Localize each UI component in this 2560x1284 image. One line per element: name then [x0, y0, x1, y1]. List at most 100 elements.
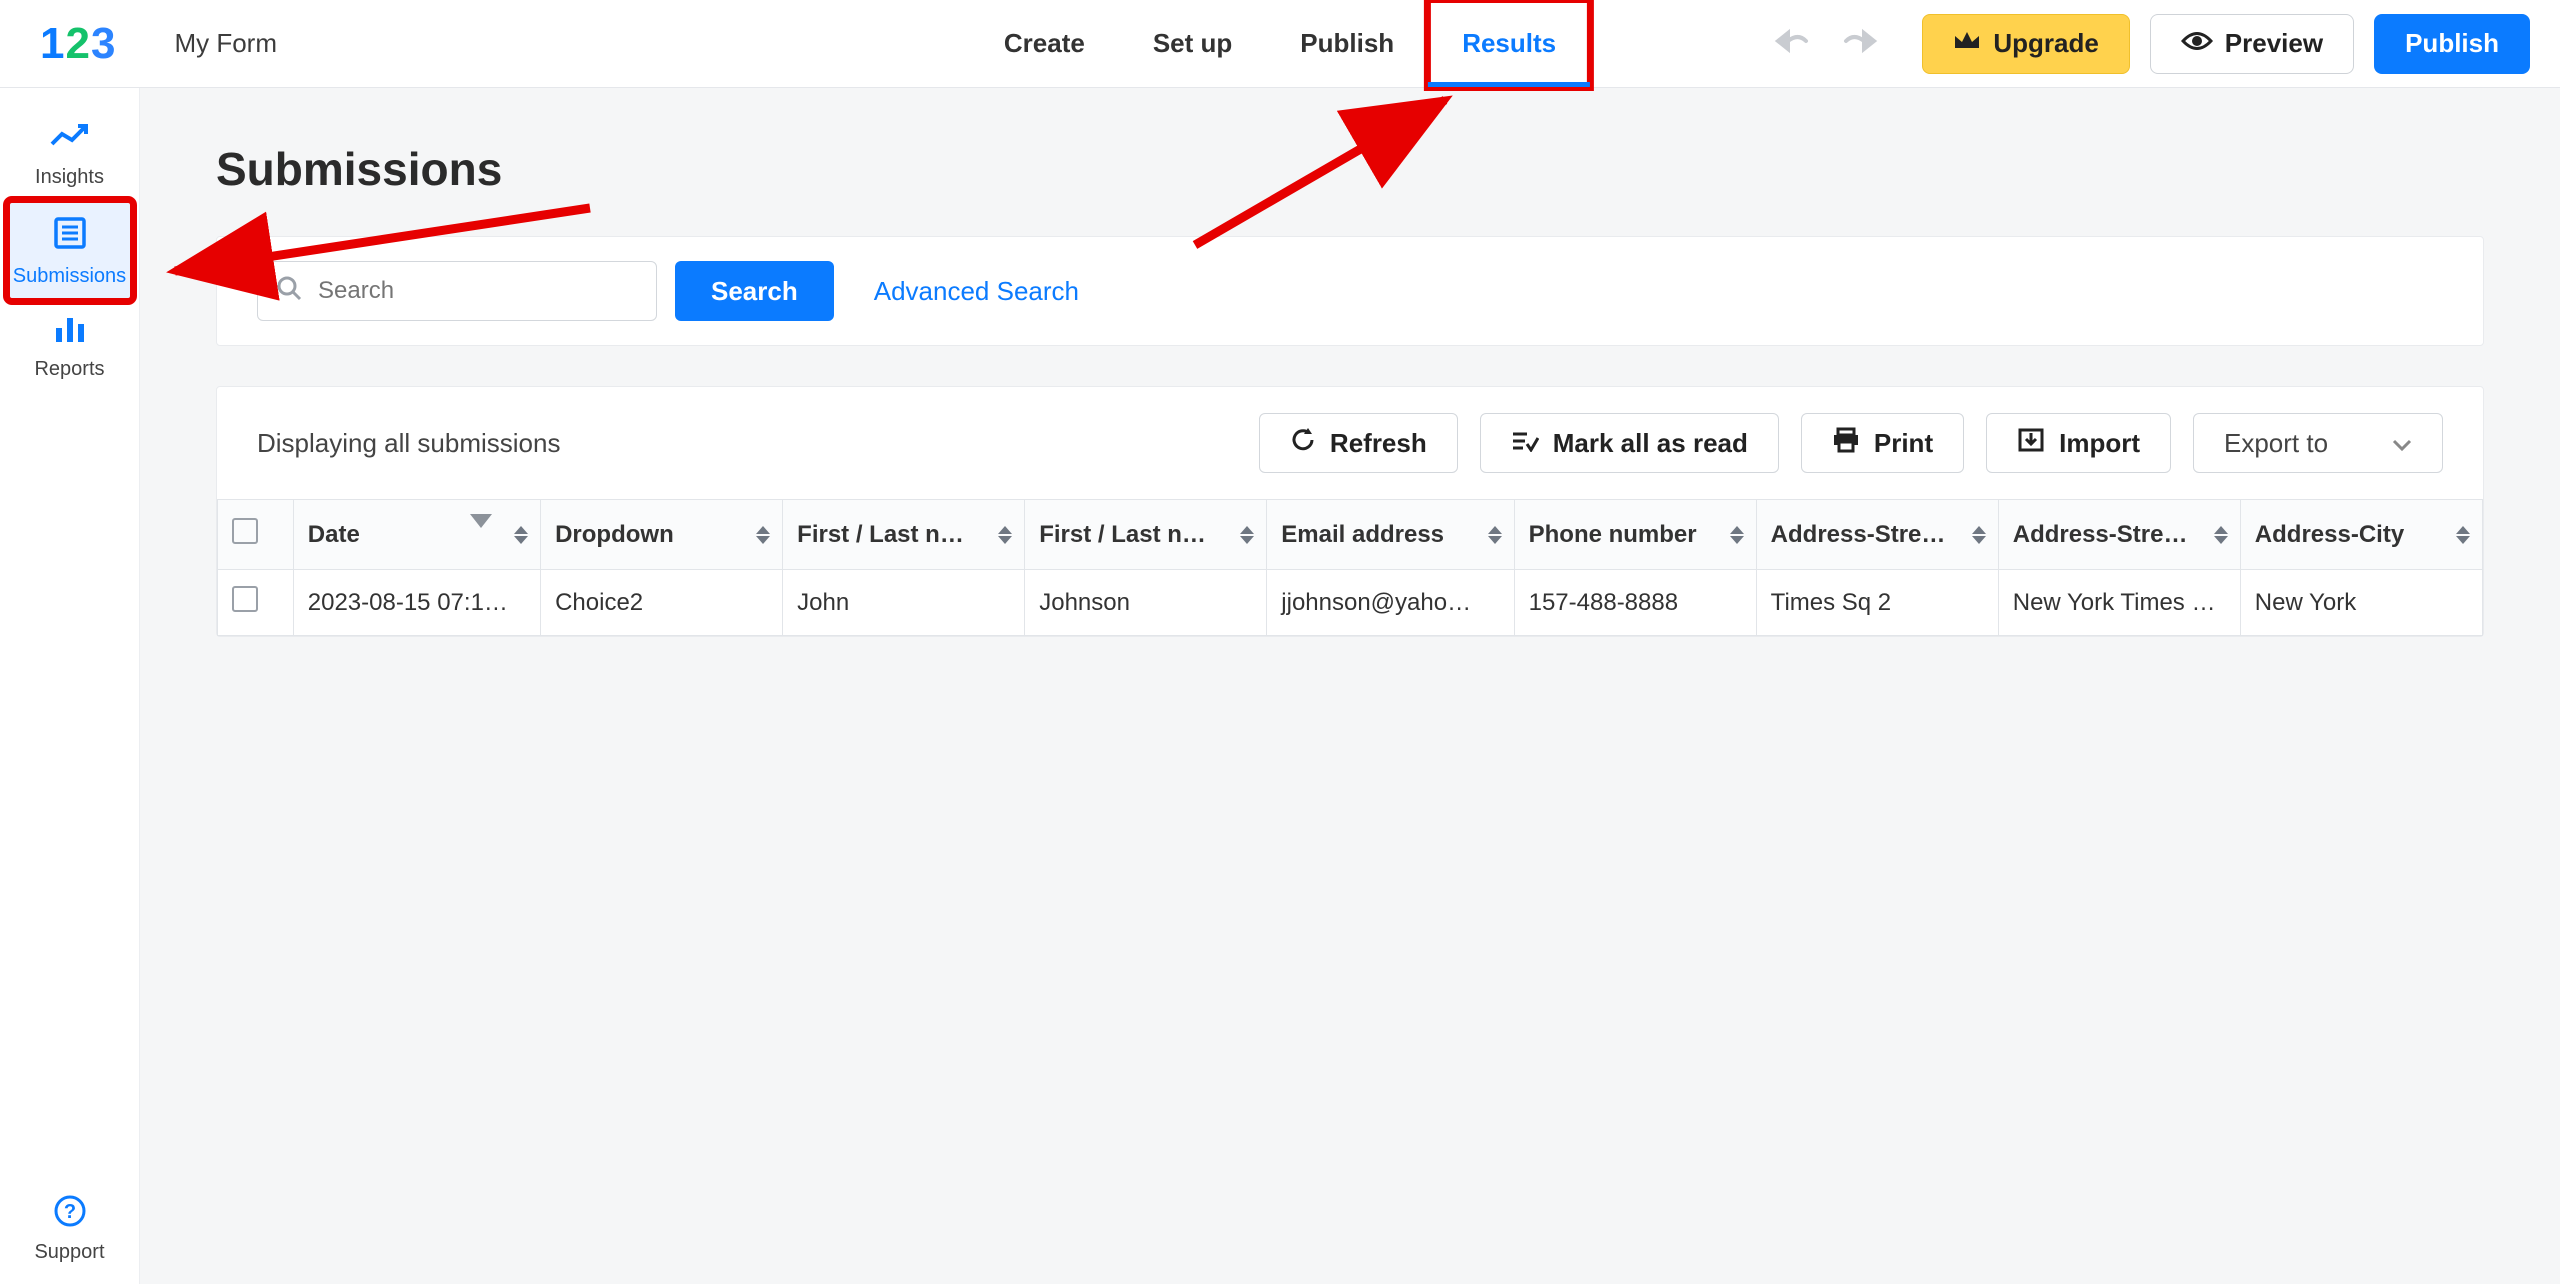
button-label: Preview [2225, 28, 2323, 59]
tab-label: Create [1004, 28, 1085, 59]
cell-address-1: Times Sq 2 [1756, 570, 1998, 636]
top-bar: 123 My Form Create Set up Publish Result… [0, 0, 2560, 88]
chevron-down-icon [2392, 428, 2412, 459]
button-label: Import [2059, 428, 2140, 459]
cell-address-2: New York Times … [1998, 570, 2240, 636]
upgrade-button[interactable]: Upgrade [1922, 14, 2129, 74]
import-icon [2017, 427, 2045, 460]
row-checkbox-cell[interactable] [218, 570, 294, 636]
button-label: Export to [2224, 428, 2328, 459]
nav-tabs: Create Set up Publish Results [970, 0, 1590, 87]
tab-results[interactable]: Results [1428, 0, 1590, 87]
button-label: Mark all as read [1553, 428, 1748, 459]
column-label: Dropdown [555, 521, 674, 548]
sort-icon [514, 526, 528, 544]
sidebar: Insights Submissions Reports ? Support [0, 88, 140, 1284]
sort-icon [756, 526, 770, 544]
logo[interactable]: 123 [40, 19, 114, 69]
checkbox-icon [232, 586, 258, 612]
submissions-icon [52, 215, 88, 251]
cell-first-1: John [783, 570, 1025, 636]
column-header-address-street-2[interactable]: Address-Stre… [1998, 500, 2240, 570]
sidebar-item-label: Reports [8, 358, 132, 381]
displaying-text: Displaying all submissions [257, 428, 560, 459]
sidebar-item-submissions[interactable]: Submissions [8, 201, 132, 300]
import-button[interactable]: Import [1986, 413, 2171, 473]
main-content: Submissions Search Advanced Search Displ… [140, 88, 2560, 1284]
sort-icon [998, 526, 1012, 544]
sort-icon [2214, 526, 2228, 544]
undo-icon[interactable] [1774, 27, 1810, 61]
export-dropdown[interactable]: Export to [2193, 413, 2443, 473]
link-label: Advanced Search [874, 276, 1079, 306]
refresh-icon [1290, 427, 1316, 460]
search-input-wrapper[interactable] [257, 261, 657, 321]
sort-icon [1972, 526, 1986, 544]
sort-desc-icon [470, 514, 492, 528]
tab-publish[interactable]: Publish [1266, 0, 1428, 87]
column-label: Address-City [2255, 521, 2404, 548]
help-icon: ? [52, 1193, 88, 1229]
checkbox-icon [232, 518, 258, 544]
table-header-row: Date Dropdown First / Last n… First / La… [218, 500, 2483, 570]
table-toolbar: Displaying all submissions Refresh Mark … [217, 387, 2483, 499]
search-panel: Search Advanced Search [216, 236, 2484, 346]
search-icon [276, 275, 302, 308]
button-label: Search [711, 276, 798, 306]
tab-label: Publish [1300, 28, 1394, 59]
table-row[interactable]: 2023-08-15 07:1… Choice2 John Johnson jj… [218, 570, 2483, 636]
column-header-dropdown[interactable]: Dropdown [541, 500, 783, 570]
sidebar-item-insights[interactable]: Insights [8, 108, 132, 201]
column-label: Address-Stre… [1771, 521, 1946, 548]
sidebar-item-support[interactable]: ? Support [8, 1193, 132, 1264]
refresh-button[interactable]: Refresh [1259, 413, 1458, 473]
column-header-email[interactable]: Email address [1267, 500, 1514, 570]
button-label: Publish [2405, 28, 2499, 59]
column-header-address-city[interactable]: Address-City [2240, 500, 2482, 570]
column-label: First / Last n… [1039, 521, 1206, 548]
cell-city: New York [2240, 570, 2482, 636]
preview-button[interactable]: Preview [2150, 14, 2354, 74]
tab-setup[interactable]: Set up [1119, 0, 1266, 87]
column-header-first-name-1[interactable]: First / Last n… [783, 500, 1025, 570]
column-header-date[interactable]: Date [293, 500, 540, 570]
column-header-checkbox[interactable] [218, 500, 294, 570]
column-header-phone[interactable]: Phone number [1514, 500, 1756, 570]
redo-icon[interactable] [1842, 27, 1878, 61]
button-label: Upgrade [1993, 28, 2098, 59]
sort-icon [2456, 526, 2470, 544]
tab-label: Results [1462, 28, 1556, 59]
search-input[interactable] [316, 276, 638, 306]
body: Insights Submissions Reports ? Support S… [0, 88, 2560, 1284]
search-button[interactable]: Search [675, 261, 834, 321]
cell-email: jjohnson@yaho… [1267, 570, 1514, 636]
svg-text:?: ? [63, 1201, 75, 1223]
table-panel: Displaying all submissions Refresh Mark … [216, 386, 2484, 637]
top-right-controls: Upgrade Preview Publish [1774, 14, 2530, 74]
sort-icon [1240, 526, 1254, 544]
column-label: Phone number [1529, 521, 1697, 548]
undo-redo-group [1774, 27, 1878, 61]
column-label: First / Last n… [797, 521, 964, 548]
advanced-search-link[interactable]: Advanced Search [874, 276, 1079, 307]
eye-icon [2181, 28, 2213, 59]
button-label: Print [1874, 428, 1933, 459]
column-label: Email address [1281, 521, 1444, 548]
tab-create[interactable]: Create [970, 0, 1119, 87]
column-label: Address-Stre… [2013, 521, 2188, 548]
mark-all-read-button[interactable]: Mark all as read [1480, 413, 1779, 473]
print-button[interactable]: Print [1801, 413, 1964, 473]
tab-label: Set up [1153, 28, 1232, 59]
column-header-first-name-2[interactable]: First / Last n… [1025, 500, 1267, 570]
insights-icon [50, 122, 90, 152]
publish-button[interactable]: Publish [2374, 14, 2530, 74]
checklist-icon [1511, 428, 1539, 459]
cell-first-2: Johnson [1025, 570, 1267, 636]
sidebar-item-label: Insights [8, 166, 132, 189]
sidebar-item-reports[interactable]: Reports [8, 300, 132, 393]
print-icon [1832, 427, 1860, 460]
reports-icon [52, 314, 88, 344]
column-header-address-street-1[interactable]: Address-Stre… [1756, 500, 1998, 570]
sort-icon [1488, 526, 1502, 544]
form-name[interactable]: My Form [174, 28, 277, 59]
